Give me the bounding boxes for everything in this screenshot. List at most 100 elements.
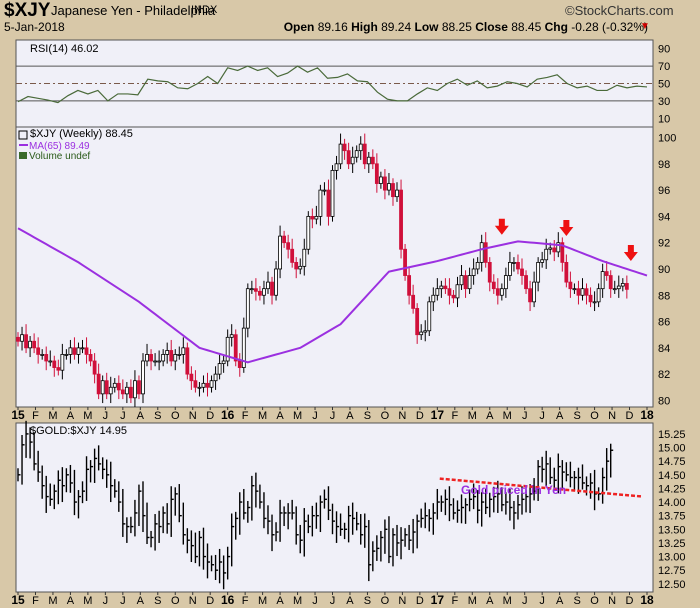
candle-body <box>294 261 299 270</box>
candle-body <box>592 301 597 304</box>
price-y-tick: 100 <box>658 133 676 145</box>
x-tick-label: N <box>398 410 406 422</box>
panel-1 <box>15 126 654 408</box>
candle-body <box>520 268 524 276</box>
candle-body <box>495 288 500 296</box>
x-tick-label: O <box>381 410 390 422</box>
candle-body <box>201 382 206 388</box>
candle-body <box>536 261 541 283</box>
x-tick-label: M <box>503 595 512 607</box>
x-tick-label: S <box>154 410 161 422</box>
x-tick-label: A <box>486 595 494 607</box>
x-tick-label: 18 <box>640 593 654 607</box>
candle-body <box>580 288 585 296</box>
candle-body <box>572 288 577 291</box>
x-tick-label: D <box>416 410 424 422</box>
candle-body <box>499 288 504 296</box>
candle-body <box>253 288 258 292</box>
x-tick-label: 15 <box>11 593 25 607</box>
x-tick-label: J <box>522 595 528 607</box>
x-tick-label: J <box>120 595 126 607</box>
candle-body <box>80 347 85 350</box>
x-tick-label: D <box>626 410 634 422</box>
candle-body <box>120 389 125 395</box>
candle-body <box>435 288 440 296</box>
x-tick-label: J <box>312 595 318 607</box>
x-tick-label: D <box>206 410 214 422</box>
candle-body <box>169 350 174 362</box>
candle-body <box>370 156 375 165</box>
candle-body <box>197 386 202 389</box>
gold-annotation: Gold priced in Yen <box>461 483 566 497</box>
candle-body <box>407 275 412 296</box>
x-tick-label: O <box>590 595 599 607</box>
x-tick-label: 16 <box>221 408 235 422</box>
x-tick-label: F <box>451 410 458 422</box>
x-tick-label: 15 <box>11 408 25 422</box>
candle-body <box>217 363 222 375</box>
candle-body <box>52 360 57 368</box>
x-tick-label: A <box>137 410 145 422</box>
candle-body <box>266 281 270 290</box>
candle-body <box>302 248 307 267</box>
candle-body <box>391 183 395 198</box>
gold-y-tick: 13.50 <box>658 524 686 536</box>
candle-body <box>153 360 157 363</box>
candle-body <box>322 189 327 192</box>
candle-body <box>278 235 282 270</box>
rsi-y-tick: 30 <box>658 96 670 108</box>
price-y-tick: 92 <box>658 238 670 250</box>
candle-body <box>512 261 516 264</box>
candle-body <box>503 275 508 290</box>
candle-body <box>68 347 73 355</box>
candle-body <box>612 288 617 291</box>
candle-body <box>318 189 323 217</box>
x-tick-label: M <box>293 410 302 422</box>
candle-body <box>431 294 436 303</box>
gold-y-tick: 12.75 <box>658 565 686 577</box>
candle-body <box>245 288 250 329</box>
gold-y-tick: 13.00 <box>658 552 686 564</box>
candle-body <box>459 275 464 286</box>
candle-body <box>528 288 532 303</box>
x-tick-label: M <box>503 410 512 422</box>
x-tick-label: O <box>171 410 180 422</box>
candle-body <box>330 169 335 217</box>
x-tick-label: D <box>626 595 634 607</box>
x-tick-label: F <box>242 595 249 607</box>
candle-body <box>600 271 605 290</box>
x-tick-label: M <box>293 595 302 607</box>
candle-body <box>145 354 149 362</box>
candle-body <box>334 163 339 171</box>
x-tick-label: A <box>346 410 354 422</box>
candle-body <box>451 294 456 299</box>
candle-body <box>64 354 69 356</box>
x-tick-label: J <box>312 410 318 422</box>
candle-body <box>362 143 367 165</box>
x-tick-label: A <box>276 410 284 422</box>
candle-body <box>552 247 557 253</box>
candle-body <box>584 288 589 296</box>
candle-body <box>165 350 170 355</box>
candle-body <box>116 382 121 391</box>
candle-body <box>491 281 496 290</box>
candle-body <box>576 288 581 296</box>
candle-body <box>249 288 254 291</box>
candle-body <box>149 354 153 362</box>
x-tick-label: O <box>590 410 599 422</box>
candle-body <box>516 261 520 270</box>
candle-body <box>463 275 468 290</box>
candle-body <box>20 334 24 342</box>
x-tick-label: M <box>468 410 477 422</box>
x-tick-label: M <box>468 595 477 607</box>
candle-body <box>213 373 218 382</box>
price-y-tick: 98 <box>658 159 670 171</box>
panel-2 <box>15 422 654 593</box>
candle-body <box>568 281 573 290</box>
candle-body <box>455 284 460 299</box>
x-tick-label: S <box>154 595 161 607</box>
x-tick-label: M <box>258 595 267 607</box>
candle-body <box>374 163 379 184</box>
price-y-tick: 80 <box>658 395 670 407</box>
candle-body <box>342 143 347 152</box>
